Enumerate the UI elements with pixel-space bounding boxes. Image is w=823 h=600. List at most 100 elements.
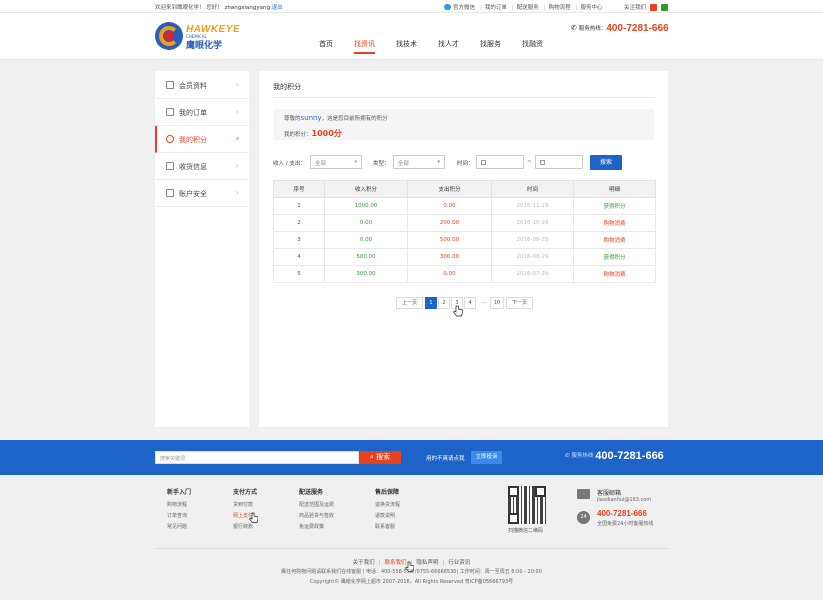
logout-link[interactable]: 退出	[272, 5, 283, 11]
footer-link[interactable]: 退款说明	[375, 512, 400, 519]
nav-service[interactable]: 找服务	[480, 39, 501, 49]
footer-link[interactable]: 购物流程	[167, 501, 191, 508]
footer-link-privacy[interactable]: 隐私声明	[416, 560, 438, 566]
end-date-input[interactable]	[535, 155, 583, 169]
chevron-right-icon: ›	[235, 188, 239, 197]
footer-hotline-label: 服务热线	[571, 453, 594, 459]
footer-link[interactable]: 货到付款	[233, 501, 257, 508]
cell-detail: 获得积分	[573, 197, 656, 215]
start-date-input[interactable]	[476, 155, 524, 169]
nav-home[interactable]: 首页	[319, 39, 333, 49]
next-page-button[interactable]: 下一页	[506, 297, 533, 309]
io-filter-select[interactable]: 全部 ▾	[310, 155, 362, 169]
security-icon	[166, 189, 174, 197]
footer-link[interactable]: 常见问题	[167, 523, 191, 530]
top-link-shopping-flow[interactable]: 购物流程	[549, 5, 571, 11]
cell-income: 300.00	[324, 265, 408, 283]
sidebar-item-points[interactable]: 我的积分 ›	[155, 126, 249, 153]
weibo-icon[interactable]	[649, 4, 657, 11]
nav-finance[interactable]: 找融资	[522, 39, 543, 49]
footer-link[interactable]: 银行转账	[233, 523, 257, 530]
sidebar-item-member[interactable]: 会员资料 ›	[155, 72, 249, 99]
copyright: Copyright© 鹰眼化学网上超市 2007-2016，All Rights…	[309, 579, 514, 585]
sidebar-item-security[interactable]: 账户安全 ›	[155, 180, 249, 207]
cell-time: 2016-11-29	[491, 197, 574, 215]
footer-link[interactable]: 退换货流程	[375, 501, 400, 508]
wechat-follow-icon[interactable]	[660, 4, 668, 11]
io-filter-value: 全部	[315, 161, 327, 167]
top-bar: 欢迎来到鹰眼化学！ 您好！ zhangxiangyang 退出 官方微信 | 我的订…	[0, 0, 823, 13]
top-link-orders[interactable]: 我的订单	[485, 5, 507, 11]
footer-col-title: 支付方式	[233, 489, 258, 496]
order-icon	[166, 108, 174, 116]
footer-search-button[interactable]: ⌕ 搜索	[359, 451, 401, 464]
info-suffix: ，这是您目前所拥有的积分	[321, 116, 388, 122]
footer-search-input[interactable]: 搜索关键词	[155, 451, 359, 464]
page-title: 我的积分	[273, 83, 301, 91]
page-button-1[interactable]: 1	[425, 297, 437, 309]
cell-expense: 500.00	[407, 231, 492, 249]
cell-time: 2016-09-29	[491, 231, 574, 249]
welcome-label: 欢迎来到鹰眼化学！	[155, 5, 205, 11]
cell-expense: 0.00	[407, 197, 492, 215]
footer-phone-note: 全国免费24小时客服热线	[597, 521, 654, 527]
cell-income: 0.00	[324, 214, 408, 232]
sidebar-item-orders[interactable]: 我的订单 ›	[155, 99, 249, 126]
footer-col-payment: 支付方式 货到付款 网上支付 银行转账	[233, 487, 257, 534]
search-button[interactable]: 搜索	[590, 155, 622, 170]
points-summary: 尊敬的sunny，这是您目前所拥有的积分 我的积分：1000分	[273, 109, 654, 140]
complain-button[interactable]: 立即投诉	[471, 451, 502, 464]
main-panel: 我的积分 尊敬的sunny，这是您目前所拥有的积分 我的积分：1000分 收入 …	[259, 71, 668, 427]
page-button-last[interactable]: 10	[490, 297, 504, 309]
top-link-delivery[interactable]: 配送服务	[517, 5, 539, 11]
footer-link-contact[interactable]: 联系我们	[385, 560, 407, 566]
col-header-income: 收入积分	[324, 180, 408, 198]
col-header-no: 序号	[273, 180, 325, 198]
chevron-right-icon: ›	[235, 161, 239, 170]
cell-income: 0.00	[324, 231, 408, 249]
cell-expense: 300.00	[407, 248, 492, 266]
cell-no: 1	[273, 197, 325, 215]
footer-link[interactable]: 联系客服	[375, 523, 400, 530]
wechat-icon	[444, 4, 451, 10]
sidebar-item-label: 我的积分	[179, 136, 207, 144]
sidebar-item-address[interactable]: 收货信息 ›	[155, 153, 249, 180]
points-icon	[166, 135, 174, 143]
top-link-wechat[interactable]: 官方微信	[453, 5, 475, 11]
footer-col-title: 售后保障	[375, 489, 400, 496]
greeting-label: 您好！	[206, 5, 223, 11]
logo[interactable]: HAWKEYE CHEMICAL 鹰眼化学	[155, 22, 247, 52]
footer-link[interactable]: 免运费政策	[299, 523, 334, 530]
prev-page-button[interactable]: 上一页	[396, 297, 423, 309]
footer-link[interactable]: 订单查询	[167, 512, 191, 519]
logo-cn: 鹰眼化学	[186, 41, 223, 51]
cell-detail: 购物消费	[573, 231, 656, 249]
footer-search-label: 搜索	[376, 453, 391, 461]
page-button-4[interactable]: 4	[464, 297, 476, 309]
cell-time: 2016-07-29	[491, 265, 574, 283]
nav-news[interactable]: 找资讯	[354, 39, 375, 54]
top-link-service[interactable]: 服务中心	[581, 5, 603, 11]
type-filter-select[interactable]: 全部 ▾	[393, 155, 445, 169]
chevron-right-icon: ›	[235, 107, 239, 116]
date-range-separator: ~	[527, 159, 532, 165]
footer-link[interactable]: 商品验货与签收	[299, 512, 334, 519]
nav-talent[interactable]: 找人才	[438, 39, 459, 49]
footer-col-title: 配送服务	[299, 489, 324, 496]
cell-detail: 购物消费	[573, 265, 656, 283]
title-divider	[273, 97, 654, 98]
footer-link[interactable]: 配送范围及运费	[299, 501, 334, 508]
sidebar-item-label: 我的订单	[179, 109, 207, 117]
nav-tech[interactable]: 找技术	[396, 39, 417, 49]
col-header-expense: 支出积分	[407, 180, 492, 198]
info-prefix: 尊敬的	[284, 116, 301, 122]
cell-income: 1000.00	[324, 197, 408, 215]
clock-24h-icon: 24	[577, 511, 590, 524]
username: zhangxiangyang	[224, 5, 270, 11]
mail-address[interactable]: jiaodianhui@163.com	[597, 497, 651, 503]
page-button-2[interactable]: 2	[438, 297, 450, 309]
footer-link-news[interactable]: 行业资讯	[448, 560, 470, 566]
io-filter-label: 收入 / 支出：	[273, 161, 306, 167]
footer-link-about[interactable]: 关于我们	[353, 560, 375, 566]
greeting-line: 尊敬的sunny，这是您目前所拥有的积分	[284, 114, 388, 122]
